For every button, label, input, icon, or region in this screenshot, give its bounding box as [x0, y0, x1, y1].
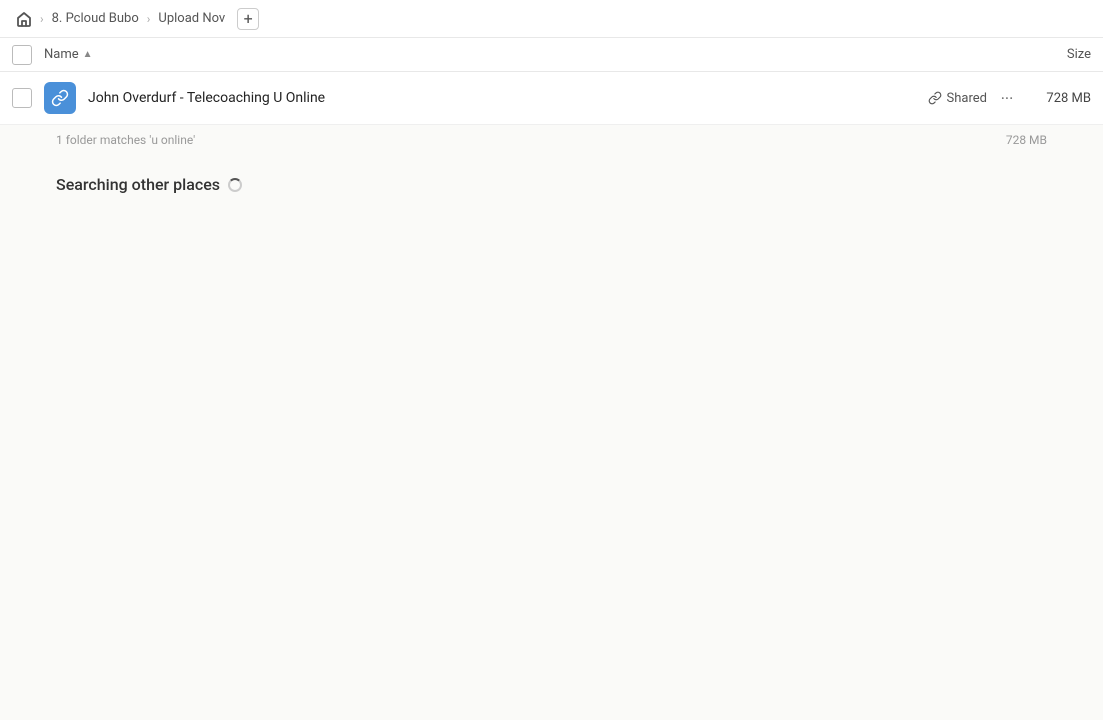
file-row[interactable]: John Overdurf - Telecoaching U Online Sh… [0, 72, 1103, 125]
home-button[interactable] [12, 7, 36, 31]
loading-spinner [228, 178, 242, 192]
summary-text: 1 folder matches 'u online' [56, 133, 987, 147]
folder-icon [44, 82, 76, 114]
shared-badge: Shared [928, 91, 987, 106]
file-size: 728 MB [1031, 91, 1091, 106]
summary-size: 728 MB [987, 133, 1047, 147]
breadcrumb-upload-nov[interactable]: Upload Nov [154, 9, 229, 28]
column-header: Name ▲ Size [0, 38, 1103, 72]
file-actions: Shared ··· [928, 86, 1019, 110]
searching-label: Searching other places [56, 175, 1047, 194]
name-column-header[interactable]: Name ▲ [44, 47, 93, 62]
file-name: John Overdurf - Telecoaching U Online [88, 90, 928, 106]
breadcrumb-sep-2: › [147, 12, 151, 26]
file-checkbox[interactable] [12, 88, 32, 108]
sort-arrow-icon: ▲ [83, 49, 93, 60]
breadcrumb-bar: › 8. Pcloud Bubo › Upload Nov + [0, 0, 1103, 38]
breadcrumb-pcloud[interactable]: 8. Pcloud Bubo [48, 9, 143, 28]
summary-row: 1 folder matches 'u online' 728 MB [0, 125, 1103, 155]
add-tab-button[interactable]: + [237, 8, 259, 30]
more-options-button[interactable]: ··· [995, 86, 1019, 110]
size-column-header: Size [1067, 47, 1091, 62]
searching-section: Searching other places [0, 155, 1103, 214]
select-all-checkbox[interactable] [12, 45, 32, 65]
breadcrumb-sep-1: › [40, 12, 44, 26]
